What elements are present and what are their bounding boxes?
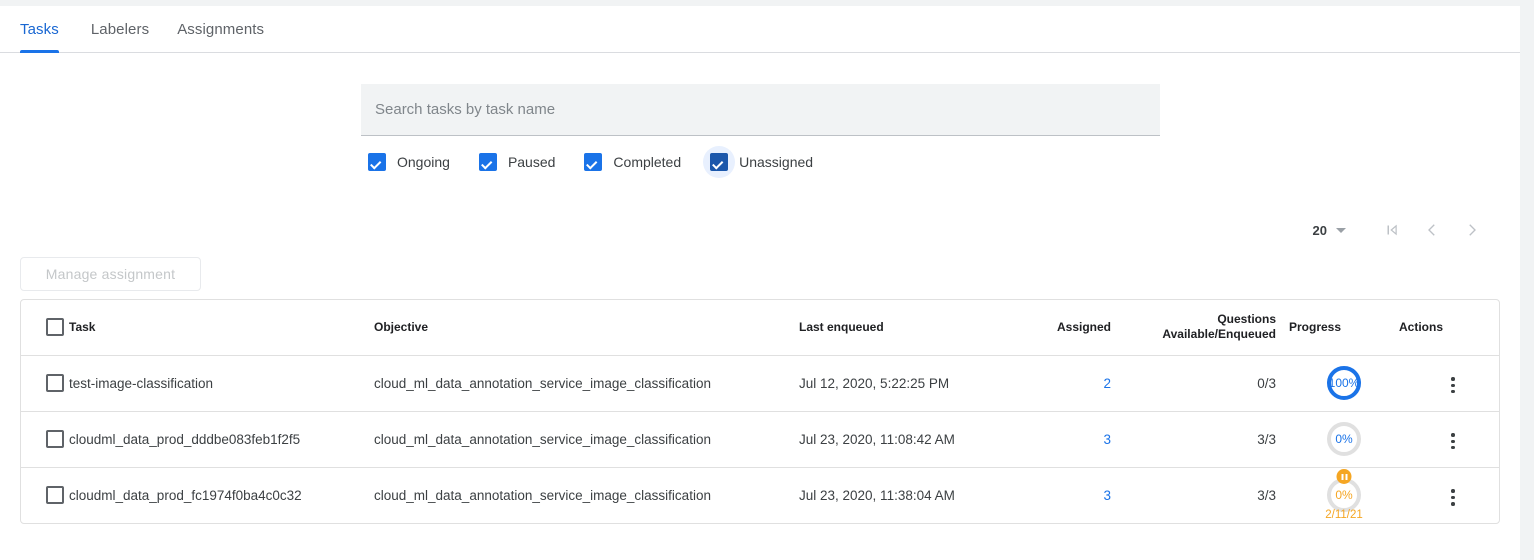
cell-actions bbox=[1399, 467, 1500, 523]
row-checkbox[interactable] bbox=[46, 430, 64, 448]
cell-assigned: 3 bbox=[1024, 411, 1124, 467]
header-last-enqueued: Last enqueued bbox=[799, 300, 1024, 355]
next-page-button[interactable] bbox=[1452, 210, 1492, 250]
status-filter-group: Ongoing Paused Completed Unassigned bbox=[361, 146, 835, 178]
more-vert-icon[interactable] bbox=[1441, 486, 1465, 510]
table-head: Task Objective Last enqueued Assigned Qu… bbox=[21, 300, 1500, 355]
assigned-count-link[interactable]: 3 bbox=[1103, 432, 1111, 447]
progress-donut: 100% bbox=[1325, 364, 1363, 402]
checkbox-ongoing[interactable] bbox=[361, 146, 393, 178]
tab-bar: Tasks Labelers Assignments bbox=[0, 6, 1534, 53]
cell-progress: 100% bbox=[1289, 355, 1399, 411]
header-select-all bbox=[21, 300, 69, 355]
assigned-count-link[interactable]: 3 bbox=[1103, 488, 1111, 503]
header-assigned: Assigned bbox=[1024, 300, 1124, 355]
filter-ongoing-label: Ongoing bbox=[397, 154, 450, 170]
table-body: test-image-classification cloud_ml_data_… bbox=[21, 355, 1500, 523]
cell-actions bbox=[1399, 411, 1500, 467]
check-icon bbox=[584, 153, 602, 171]
row-checkbox[interactable] bbox=[46, 374, 64, 392]
cell-task: test-image-classification bbox=[69, 355, 374, 411]
table-header-row: Task Objective Last enqueued Assigned Qu… bbox=[21, 300, 1500, 355]
first-page-icon bbox=[1383, 221, 1401, 239]
progress-donut: 0% bbox=[1325, 420, 1363, 458]
tab-tasks[interactable]: Tasks bbox=[20, 6, 77, 52]
page-size-selector[interactable]: 20 bbox=[1313, 223, 1346, 238]
filter-paused-label: Paused bbox=[508, 154, 555, 170]
header-questions: Questions Available/Enqueued bbox=[1124, 300, 1289, 355]
chevron-down-icon bbox=[1336, 228, 1346, 233]
tab-assignments[interactable]: Assignments bbox=[163, 6, 278, 52]
cell-objective: cloud_ml_data_annotation_service_image_c… bbox=[374, 467, 799, 523]
header-objective: Objective bbox=[374, 300, 799, 355]
tasks-table: Task Objective Last enqueued Assigned Qu… bbox=[21, 300, 1500, 523]
header-progress: Progress bbox=[1289, 300, 1399, 355]
search-input[interactable] bbox=[361, 84, 1160, 136]
filter-completed[interactable]: Completed bbox=[577, 146, 681, 178]
more-vert-icon[interactable] bbox=[1441, 373, 1465, 397]
cell-assigned: 3 bbox=[1024, 467, 1124, 523]
table-row[interactable]: cloudml_data_prod_fc1974f0ba4c0c32 cloud… bbox=[21, 467, 1500, 523]
cell-assigned: 2 bbox=[1024, 355, 1124, 411]
cell-task: cloudml_data_prod_fc1974f0ba4c0c32 bbox=[69, 467, 374, 523]
pause-badge-icon bbox=[1337, 469, 1352, 484]
tab-tasks-label: Tasks bbox=[20, 21, 59, 38]
header-task: Task bbox=[69, 300, 374, 355]
filter-unassigned-label: Unassigned bbox=[739, 154, 813, 170]
row-select-cell bbox=[21, 467, 69, 523]
chevron-right-icon bbox=[1463, 221, 1481, 239]
cell-progress: 0% 2/11/21 bbox=[1289, 467, 1399, 523]
cell-objective: cloud_ml_data_annotation_service_image_c… bbox=[374, 411, 799, 467]
checkbox-paused[interactable] bbox=[472, 146, 504, 178]
paginator: 20 bbox=[1313, 212, 1492, 248]
cell-questions: 3/3 bbox=[1124, 411, 1289, 467]
row-checkbox[interactable] bbox=[46, 486, 64, 504]
select-all-checkbox[interactable] bbox=[46, 318, 64, 336]
first-page-button[interactable] bbox=[1372, 210, 1412, 250]
cell-last-enqueued: Jul 23, 2020, 11:08:42 AM bbox=[799, 411, 1024, 467]
page-size-value: 20 bbox=[1313, 223, 1327, 238]
previous-page-button[interactable] bbox=[1412, 210, 1452, 250]
cell-actions bbox=[1399, 355, 1500, 411]
filter-completed-label: Completed bbox=[613, 154, 681, 170]
table-row[interactable]: cloudml_data_prod_dddbe083feb1f2f5 cloud… bbox=[21, 411, 1500, 467]
check-icon bbox=[710, 153, 728, 171]
vertical-scrollbar[interactable] bbox=[1520, 6, 1534, 560]
active-tab-indicator bbox=[20, 50, 59, 53]
progress-value: 0% bbox=[1335, 433, 1352, 445]
cell-progress: 0% bbox=[1289, 411, 1399, 467]
chevron-left-icon bbox=[1423, 221, 1441, 239]
cell-questions: 3/3 bbox=[1124, 467, 1289, 523]
manage-assignment-button[interactable]: Manage assignment bbox=[20, 257, 201, 291]
filter-unassigned[interactable]: Unassigned bbox=[703, 146, 813, 178]
search-container bbox=[361, 84, 1160, 136]
row-select-cell bbox=[21, 355, 69, 411]
progress-resume-date: 2/11/21 bbox=[1289, 509, 1399, 521]
tab-assignments-label: Assignments bbox=[177, 21, 264, 38]
check-icon bbox=[479, 153, 497, 171]
checkbox-completed[interactable] bbox=[577, 146, 609, 178]
more-vert-icon[interactable] bbox=[1441, 429, 1465, 453]
filter-ongoing[interactable]: Ongoing bbox=[361, 146, 450, 178]
header-questions-line1: Questions bbox=[1124, 312, 1276, 327]
row-select-cell bbox=[21, 411, 69, 467]
cell-objective: cloud_ml_data_annotation_service_image_c… bbox=[374, 355, 799, 411]
cell-task: cloudml_data_prod_dddbe083feb1f2f5 bbox=[69, 411, 374, 467]
assigned-count-link[interactable]: 2 bbox=[1103, 376, 1111, 391]
tasks-table-card: Task Objective Last enqueued Assigned Qu… bbox=[20, 299, 1500, 524]
filter-paused[interactable]: Paused bbox=[472, 146, 555, 178]
cell-last-enqueued: Jul 12, 2020, 5:22:25 PM bbox=[799, 355, 1024, 411]
table-row[interactable]: test-image-classification cloud_ml_data_… bbox=[21, 355, 1500, 411]
header-actions: Actions bbox=[1399, 300, 1500, 355]
checkbox-unassigned[interactable] bbox=[703, 146, 735, 178]
cell-last-enqueued: Jul 23, 2020, 11:38:04 AM bbox=[799, 467, 1024, 523]
tab-labelers-label: Labelers bbox=[91, 21, 149, 38]
tab-labelers[interactable]: Labelers bbox=[77, 6, 163, 52]
check-icon bbox=[368, 153, 386, 171]
header-questions-line2: Available/Enqueued bbox=[1124, 327, 1276, 342]
progress-value: 0% bbox=[1335, 489, 1352, 501]
progress-value: 100% bbox=[1329, 377, 1360, 389]
cell-questions: 0/3 bbox=[1124, 355, 1289, 411]
